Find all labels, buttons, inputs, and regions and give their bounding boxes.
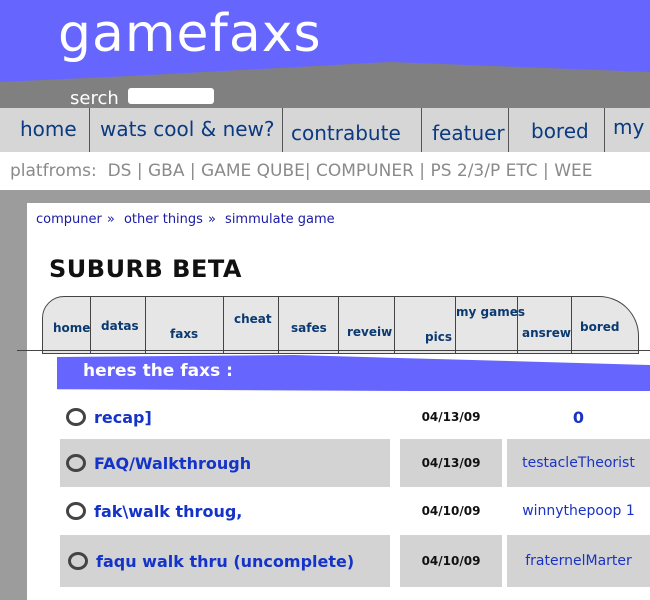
tab-home[interactable]: home bbox=[43, 297, 91, 353]
faq-date: 04/10/09 bbox=[400, 535, 502, 587]
tab-faxs-label: faxs bbox=[170, 327, 199, 341]
tab-my-games-label: my games bbox=[456, 305, 525, 319]
breadcrumb: compuner » other things » simmulate game bbox=[36, 212, 335, 227]
tab-cheat-label: cheat bbox=[234, 312, 272, 326]
faq-title-cell: fak\walk throug, bbox=[60, 487, 390, 535]
speech-bubble-icon bbox=[66, 502, 86, 520]
platform-game-qube[interactable]: GAME QUBE bbox=[201, 161, 305, 181]
faq-row: faqu walk thru (uncomplete) 04/10/09 fra… bbox=[60, 535, 650, 587]
speech-bubble-icon bbox=[68, 552, 88, 570]
faq-date: 04/10/09 bbox=[421, 504, 481, 518]
tab-datas[interactable]: datas bbox=[91, 297, 146, 353]
platform-ds[interactable]: DS bbox=[108, 161, 132, 181]
nav-item-home[interactable]: home bbox=[0, 108, 90, 152]
nav-item-contribute[interactable]: contrabute bbox=[283, 108, 422, 152]
tab-home-label: home bbox=[53, 321, 91, 335]
tab-reveiw[interactable]: reveiw bbox=[339, 297, 395, 353]
platform-wee[interactable]: WEE bbox=[554, 161, 592, 181]
faq-author[interactable]: 0 bbox=[507, 393, 650, 441]
faq-row: FAQ/Walkthrough 04/13/09 testacleTheoris… bbox=[60, 439, 650, 487]
game-title: SUBURB BETA bbox=[49, 255, 242, 283]
search-label: serch bbox=[70, 88, 119, 109]
tab-pics-label: pics bbox=[425, 330, 452, 344]
tab-safes[interactable]: safes bbox=[279, 297, 339, 353]
faq-title-link[interactable]: FAQ/Walkthrough bbox=[94, 454, 251, 473]
game-tabs: home datas faxs cheat safes reveiw pics … bbox=[42, 296, 639, 354]
faq-title-link[interactable]: faqu walk thru (uncomplete) bbox=[96, 552, 354, 571]
tab-divider-line bbox=[17, 350, 650, 351]
breadcrumb-other-things[interactable]: other things bbox=[124, 212, 203, 227]
content-panel: compuner » other things » simmulate game S… bbox=[17, 203, 650, 600]
faq-title-link[interactable]: fak\walk throug, bbox=[94, 502, 242, 521]
faxs-heading: heres the faxs : bbox=[83, 361, 233, 381]
faq-date: 04/13/09 bbox=[400, 439, 502, 487]
faq-author[interactable]: winnythepoop 1 bbox=[507, 487, 650, 535]
main-nav: home wats cool & new? contrabute featuer… bbox=[0, 108, 650, 152]
faq-date: 04/13/09 bbox=[421, 410, 481, 424]
faq-title-link[interactable]: recap] bbox=[94, 408, 152, 427]
faq-title-cell: recap] bbox=[60, 393, 390, 441]
platform-ps[interactable]: PS 2/3/P ETC bbox=[430, 161, 537, 181]
faxs-banner: heres the faxs : bbox=[57, 355, 650, 391]
faq-title-cell: FAQ/Walkthrough bbox=[60, 439, 390, 487]
tab-my-games[interactable]: my games bbox=[456, 297, 525, 353]
breadcrumb-separator: » bbox=[207, 212, 216, 227]
tab-faxs[interactable]: faxs bbox=[146, 297, 224, 353]
platform-gba[interactable]: GBA bbox=[148, 161, 184, 181]
faq-row: recap] 04/13/09 0 bbox=[60, 393, 650, 441]
faq-author[interactable]: fraternelMarter bbox=[507, 535, 650, 587]
tab-pics[interactable]: pics bbox=[395, 297, 456, 353]
tab-bored[interactable]: bored bbox=[572, 297, 638, 353]
faq-title-cell: faqu walk thru (uncomplete) bbox=[60, 535, 390, 587]
tab-ansrew-label: ansrew bbox=[522, 326, 571, 340]
nav-item-bored[interactable]: bored bbox=[509, 108, 605, 152]
tab-safes-label: safes bbox=[291, 321, 327, 335]
tab-ansrew[interactable]: ansrew bbox=[518, 297, 572, 353]
platforms-label: platfroms: bbox=[10, 161, 97, 181]
platform-compuner[interactable]: COMPUNER bbox=[316, 161, 414, 181]
platforms-bar: platfroms: DS | GBA | GAME QUBE | COMPUNE… bbox=[0, 152, 650, 190]
site-logo[interactable]: gamefaxs bbox=[58, 4, 322, 64]
search-input[interactable] bbox=[128, 88, 214, 104]
nav-item-featuer[interactable]: featuer bbox=[422, 108, 509, 152]
tab-bored-label: bored bbox=[580, 320, 620, 334]
tab-cheat[interactable]: cheat bbox=[224, 297, 279, 353]
nav-item-my[interactable]: my bbox=[605, 108, 650, 152]
speech-bubble-icon bbox=[66, 408, 86, 426]
site-header: gamefaxs serch bbox=[0, 0, 650, 110]
tab-reveiw-label: reveiw bbox=[347, 325, 393, 339]
nav-item-whats-cool[interactable]: wats cool & new? bbox=[90, 108, 283, 152]
breadcrumb-separator: » bbox=[106, 212, 115, 227]
faq-row: fak\walk throug, 04/10/09 winnythepoop 1 bbox=[60, 487, 650, 535]
speech-bubble-icon bbox=[66, 454, 86, 472]
faq-author[interactable]: testacleTheorist bbox=[507, 439, 650, 487]
breadcrumb-compuner[interactable]: compuner bbox=[36, 212, 102, 227]
tab-datas-label: datas bbox=[101, 319, 139, 333]
breadcrumb-simmulate-game[interactable]: simmulate game bbox=[225, 212, 335, 227]
